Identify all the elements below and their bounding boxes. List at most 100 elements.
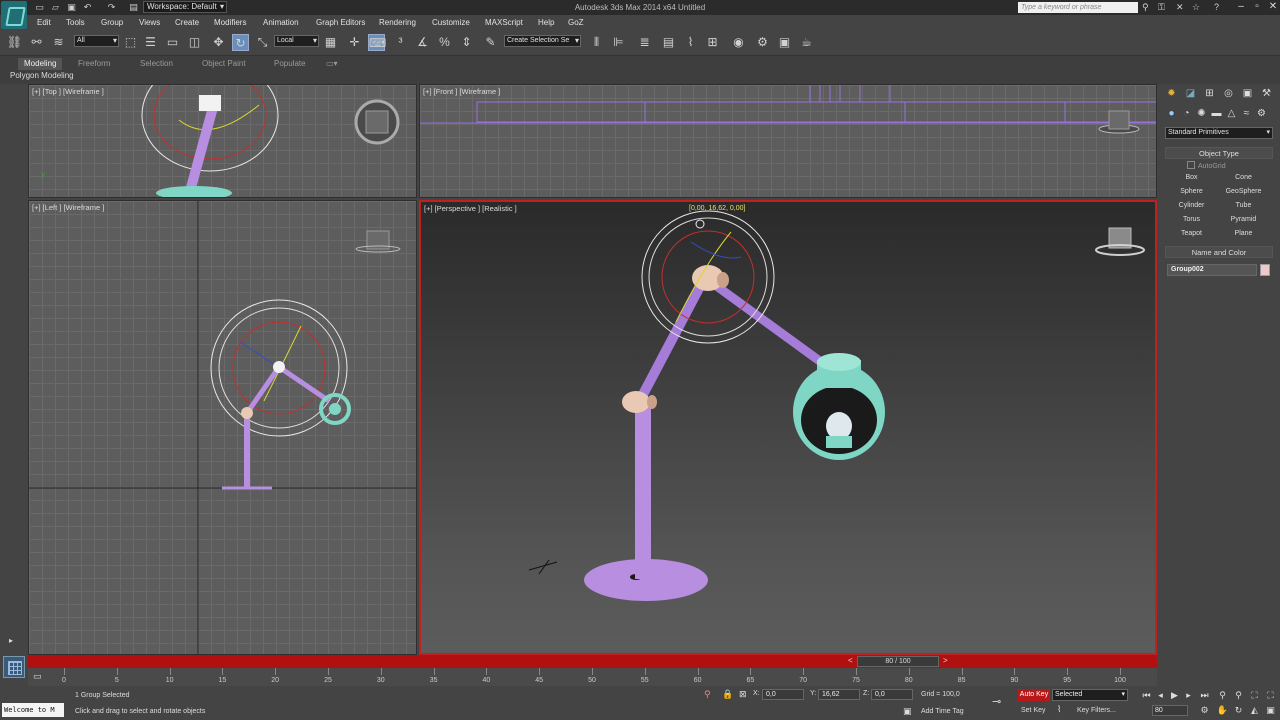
tab-object-paint[interactable]: Object Paint	[196, 58, 252, 70]
torus-button[interactable]: Torus	[1169, 214, 1214, 226]
menu-goz[interactable]: GoZ	[568, 18, 584, 27]
time-config-icon[interactable]: ⚙	[1198, 704, 1211, 716]
zoom-icon[interactable]: ⚲	[1216, 689, 1229, 701]
menu-customize[interactable]: Customize	[432, 18, 470, 27]
reference-coordinate-dropdown[interactable]: Local	[274, 35, 319, 47]
key-mode-icon[interactable]: ⊸	[992, 695, 1001, 708]
tab-selection[interactable]: Selection	[134, 58, 179, 70]
tab-populate[interactable]: Populate	[268, 58, 312, 70]
pyramid-button[interactable]: Pyramid	[1221, 214, 1266, 226]
menu-modifiers[interactable]: Modifiers	[214, 18, 246, 27]
communication-icon[interactable]: ✕	[1176, 2, 1184, 12]
auto-key-button[interactable]: Auto Key	[1018, 689, 1050, 701]
angle-snap-icon[interactable]: ∡	[414, 34, 431, 51]
select-and-manipulate-icon[interactable]: ✛	[346, 34, 363, 51]
search-icon[interactable]: ⚲	[1142, 2, 1149, 12]
layer-explorer-icon[interactable]: ≣	[636, 34, 653, 51]
ribbon-polygon-modeling[interactable]: Polygon Modeling	[10, 71, 74, 80]
absolute-mode-icon[interactable]: ⊠	[739, 689, 747, 700]
utilities-tab-icon[interactable]: ⚒	[1259, 87, 1274, 101]
add-time-tag[interactable]: Add Time Tag	[921, 708, 964, 715]
go-to-start-icon[interactable]: ⏮	[1140, 689, 1153, 701]
menu-maxscript[interactable]: MAXScript	[485, 18, 523, 27]
tab-freeform[interactable]: Freeform	[72, 58, 116, 70]
mirror-icon[interactable]: ⫴	[588, 34, 605, 51]
spinner-snap-icon[interactable]: ⇕	[458, 34, 475, 51]
z-coordinate-field[interactable]: 0,0	[871, 689, 913, 700]
select-object-icon[interactable]: ⬚	[122, 34, 139, 51]
menu-tools[interactable]: Tools	[66, 18, 85, 27]
menu-help[interactable]: Help	[538, 18, 554, 27]
field-of-view-icon[interactable]: ◭	[1248, 704, 1261, 716]
mini-curve-editor-icon[interactable]: ▭	[33, 671, 42, 682]
lights-icon[interactable]: ✺	[1194, 107, 1209, 121]
box-button[interactable]: Box	[1169, 172, 1214, 184]
track-bar[interactable]: 0 5 10 15 20 25 30 35 40 45 50 55 60 65 70 75 80 85 90 95 10…	[28, 668, 1157, 686]
viewport-left-label[interactable]: [+] [Left ] [Wireframe ]	[32, 203, 104, 212]
percent-snap-icon[interactable]: %	[436, 34, 453, 51]
systems-icon[interactable]: ⚙	[1254, 107, 1269, 121]
zoom-extents-all-icon[interactable]: ⛶	[1264, 689, 1277, 701]
maximize-viewport-icon[interactable]: ▣	[1264, 704, 1277, 716]
window-crossing-icon[interactable]: ◫	[186, 34, 203, 51]
menu-rendering[interactable]: Rendering	[379, 18, 416, 27]
orbit-icon[interactable]: ↻	[1232, 704, 1245, 716]
rendered-frame-window-icon[interactable]: ▣	[776, 34, 793, 51]
helpers-icon[interactable]: △	[1224, 107, 1239, 121]
select-by-name-icon[interactable]: ☰	[142, 34, 159, 51]
menu-graph-editors[interactable]: Graph Editors	[316, 18, 365, 27]
object-name-field[interactable]: Group002	[1167, 264, 1257, 276]
curve-editor-icon[interactable]: ⌇	[682, 34, 699, 51]
search-input[interactable]: Type a keyword or phrase	[1018, 2, 1138, 13]
object-type-rollout[interactable]: Object Type	[1165, 147, 1273, 159]
menu-animation[interactable]: Animation	[263, 18, 299, 27]
set-key-button[interactable]: Set Key	[1021, 707, 1046, 714]
play-icon[interactable]: ▶	[1168, 689, 1181, 701]
cone-button[interactable]: Cone	[1221, 172, 1266, 184]
set-key-icon[interactable]: ⌇	[1057, 704, 1061, 715]
shapes-icon[interactable]: ◔	[1179, 107, 1194, 121]
y-coordinate-field[interactable]: 16,62	[818, 689, 860, 700]
viewport-left[interactable]: [+] [Left ] [Wireframe ]	[28, 200, 417, 655]
time-slider-track[interactable]	[28, 655, 1157, 668]
plane-button[interactable]: Plane	[1221, 228, 1266, 240]
cameras-icon[interactable]: ▬	[1209, 107, 1224, 121]
named-selection-sets-dropdown[interactable]: Create Selection Se	[504, 35, 581, 47]
viewport-front[interactable]: [+] [Front ] [Wireframe ]	[419, 84, 1157, 198]
align-icon[interactable]: ⊫	[610, 34, 627, 51]
render-setup-icon[interactable]: ⚙	[754, 34, 771, 51]
select-and-scale-icon[interactable]: ⤡	[254, 34, 271, 51]
go-to-end-icon[interactable]: ⏭	[1198, 689, 1211, 701]
next-frame-arrow-icon[interactable]: >	[943, 656, 948, 665]
select-and-move-icon[interactable]: ✥	[210, 34, 227, 51]
zoom-extents-icon[interactable]: ⛶	[1248, 689, 1261, 701]
zoom-all-icon[interactable]: ⚲	[1232, 689, 1245, 701]
viewport-perspective-label[interactable]: [+] [Perspective ] [Realistic ]	[424, 204, 517, 213]
unlink-icon[interactable]: ⚯	[28, 34, 45, 51]
expand-arrow-icon[interactable]: ▸	[9, 636, 13, 645]
snaps-toggle-icon[interactable]: ³	[392, 34, 409, 51]
create-tab-icon[interactable]: ✹	[1164, 87, 1179, 101]
bind-space-warp-icon[interactable]: ≋	[50, 34, 67, 51]
autogrid-checkbox[interactable]: AutoGrid	[1187, 161, 1226, 170]
sphere-button[interactable]: Sphere	[1169, 186, 1214, 198]
tab-modeling[interactable]: Modeling	[18, 58, 63, 70]
teapot-button[interactable]: Teapot	[1169, 228, 1214, 240]
help-icon[interactable]: ?	[1214, 2, 1219, 12]
motion-tab-icon[interactable]: ◎	[1221, 87, 1236, 101]
pivot-center-icon[interactable]: ▦	[322, 34, 339, 51]
key-filters-button[interactable]: Key Filters...	[1077, 707, 1116, 714]
primitive-category-dropdown[interactable]: Standard Primitives	[1165, 127, 1273, 139]
viewport-front-label[interactable]: [+] [Front ] [Wireframe ]	[423, 87, 500, 96]
selection-lock-icon[interactable]: 🔒	[722, 689, 733, 700]
close-icon[interactable]: ✕	[1262, 0, 1280, 14]
isolate-selection-icon[interactable]: ⚲	[704, 689, 711, 700]
viewport-top-label[interactable]: [+] [Top ] [Wireframe ]	[32, 87, 104, 96]
menu-edit[interactable]: Edit	[37, 18, 51, 27]
time-slider-handle[interactable]: 80 / 100	[857, 656, 939, 667]
viewport-top[interactable]: y [+] [Top ] [Wireframe ]	[28, 84, 417, 198]
viewport-perspective[interactable]: [+] [Perspective ] [Realistic ] [0,00, 1…	[419, 200, 1157, 655]
edit-named-selection-icon[interactable]: ✎	[482, 34, 499, 51]
subscription-icon[interactable]: ⚿	[1158, 2, 1165, 12]
pan-icon[interactable]: ✋	[1216, 704, 1229, 716]
